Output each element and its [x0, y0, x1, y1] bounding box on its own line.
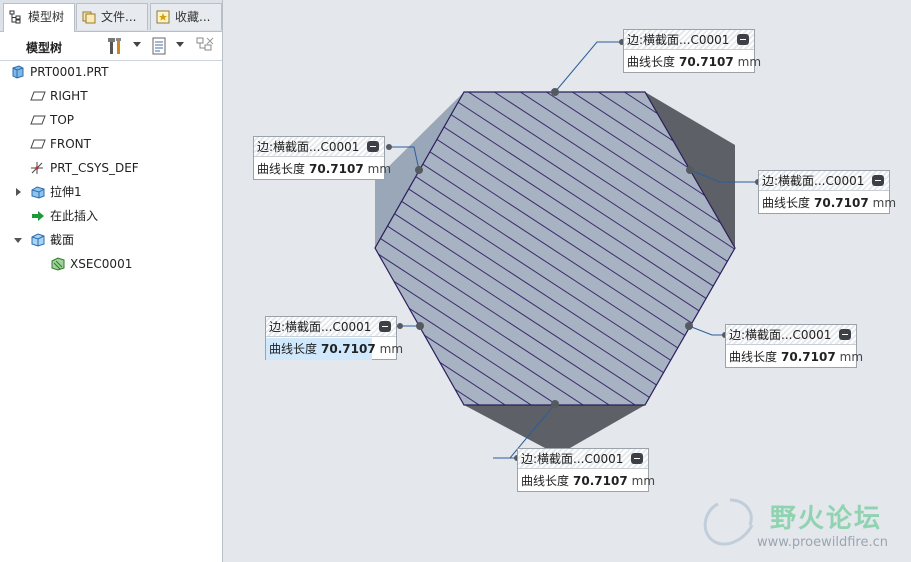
- callout-value-row: 曲线长度 70.7107 mm: [521, 474, 656, 488]
- measure-callout-left-upper[interactable]: 边:横截面...C0001 曲线长度 70.7107 mm: [253, 136, 392, 180]
- minimize-icon[interactable]: [872, 175, 884, 186]
- measure-callout-bottom[interactable]: 边:横截面...C0001 曲线长度 70.7107 mm: [517, 448, 656, 492]
- collapse-arrow[interactable]: [14, 238, 22, 243]
- tools-dropdown-arrow[interactable]: [133, 42, 141, 47]
- minimize-icon[interactable]: [839, 329, 851, 340]
- measure-callout-top[interactable]: 边:横截面...C0001 曲线长度 70.7107 mm: [623, 29, 762, 73]
- callout-title: 边:横截面...C0001: [518, 449, 648, 469]
- tree-filter-icon[interactable]: [195, 36, 215, 56]
- measure-callout-left-lower[interactable]: 边:横截面...C0001 曲线长度 70.7107 mm: [265, 316, 404, 360]
- callout-title: 边:横截面...C0001: [759, 171, 889, 191]
- callout-value-row: 曲线长度 70.7107 mm: [269, 342, 404, 356]
- section-icon: [31, 233, 45, 247]
- watermark-text-cn: 野火论坛: [770, 504, 883, 534]
- minimize-icon[interactable]: [367, 141, 379, 152]
- tab-folder-browser[interactable]: 文件...: [76, 3, 148, 30]
- minimize-icon[interactable]: [737, 34, 749, 45]
- tools-icon[interactable]: [106, 36, 126, 56]
- callout-title: 边:横截面...C0001: [726, 325, 856, 345]
- model-tree-toolbar: 模型树: [0, 32, 222, 61]
- callout-title: 边:横截面...C0001: [254, 137, 384, 157]
- measure-callout-right-upper[interactable]: 边:横截面...C0001 曲线长度 70.7107 mm: [758, 170, 897, 214]
- callout-value-row: 曲线长度 70.7107 mm: [729, 350, 864, 364]
- callout-value-row: 曲线长度 70.7107 mm: [762, 196, 897, 210]
- show-dropdown-arrow[interactable]: [176, 42, 184, 47]
- callout-value-row: 曲线长度 70.7107 mm: [257, 162, 392, 176]
- measure-callout-right-lower[interactable]: 边:横截面...C0001 曲线长度 70.7107 mm: [725, 324, 864, 368]
- minimize-icon[interactable]: [631, 453, 643, 464]
- graphics-viewport[interactable]: 边:横截面...C0001 曲线长度 70.7107 mm 边:横截面...C000…: [228, 0, 911, 562]
- model-tree-icon: [9, 10, 21, 24]
- tab-model-tree[interactable]: 模型树: [3, 3, 75, 32]
- callout-title: 边:横截面...C0001: [266, 317, 396, 337]
- hatch-line: [375, 92, 396, 405]
- datum-plane-icon: [30, 91, 46, 101]
- coordinate-system-icon: [31, 162, 43, 174]
- callout-title: 边:横截面...C0001: [624, 30, 754, 50]
- callout-value-row: 曲线长度 70.7107 mm: [627, 55, 762, 69]
- expand-arrow[interactable]: [16, 188, 21, 196]
- model-tree-title: 模型树: [26, 41, 63, 55]
- insert-here-icon: [32, 211, 44, 221]
- xsection-icon: [51, 257, 65, 271]
- tab-favorites[interactable]: 收藏...: [150, 3, 222, 30]
- folder-browser-icon: [82, 11, 96, 24]
- model-face-bottom: [464, 405, 645, 448]
- watermark-logo: [703, 498, 754, 546]
- part-icon: [12, 65, 24, 79]
- model-tree-panel: 模型树 文件... 收藏... 模型树 PRT0001.PRT RIGHT TO…: [0, 0, 223, 562]
- list-settings-icon[interactable]: [150, 36, 170, 56]
- favorites-icon: [156, 10, 170, 24]
- extrude-icon: [31, 186, 45, 199]
- watermark-text-en: www.proewildfire.cn: [757, 535, 888, 550]
- datum-plane-icon: [30, 139, 46, 149]
- datum-plane-icon: [30, 115, 46, 125]
- panel-tabs: 模型树 文件... 收藏...: [0, 0, 222, 32]
- minimize-icon[interactable]: [379, 321, 391, 332]
